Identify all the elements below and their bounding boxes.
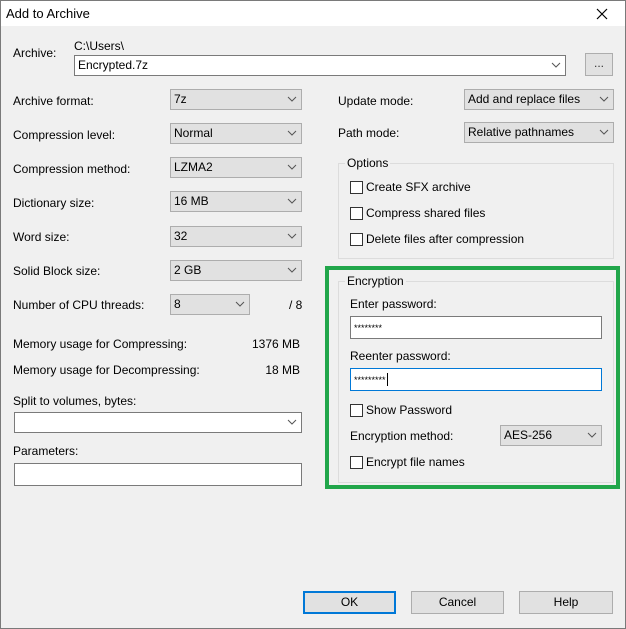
compression-level-select[interactable]: Normal xyxy=(170,123,302,144)
update-mode-value: Add and replace files xyxy=(468,92,581,106)
browse-button[interactable]: ... xyxy=(585,53,613,76)
word-size-select[interactable]: 32 xyxy=(170,226,302,247)
chevron-down-icon xyxy=(599,129,609,135)
archive-format-label: Archive format: xyxy=(13,94,94,108)
chevron-down-icon xyxy=(287,164,297,170)
compression-level-label: Compression level: xyxy=(13,128,116,142)
memory-compress-label: Memory usage for Compressing: xyxy=(13,337,188,351)
memory-compress-value: 1376 MB xyxy=(251,337,300,351)
checkbox-box xyxy=(350,206,363,220)
path-mode-value: Relative pathnames xyxy=(468,125,575,139)
chevron-down-icon xyxy=(287,419,297,425)
window-title: Add to Archive xyxy=(6,6,90,21)
create-sfx-label: Create SFX archive xyxy=(366,180,471,194)
dictionary-size-label: Dictionary size: xyxy=(13,196,95,210)
chevron-down-icon xyxy=(287,130,297,136)
solid-block-size-value: 2 GB xyxy=(174,263,202,277)
archive-format-select[interactable]: 7z xyxy=(170,89,302,110)
chevron-down-icon xyxy=(599,96,609,102)
path-mode-label: Path mode: xyxy=(338,126,400,140)
archive-name-value: Encrypted.7z xyxy=(78,58,149,72)
close-icon xyxy=(596,8,608,19)
archive-name-combo[interactable]: Encrypted.7z xyxy=(74,55,566,76)
archive-path: C:\Users\ xyxy=(74,39,125,53)
options-title: Options xyxy=(345,156,391,170)
archive-format-value: 7z xyxy=(174,92,187,106)
compression-level-value: Normal xyxy=(174,126,213,140)
word-size-label: Word size: xyxy=(13,230,70,244)
checkbox-box xyxy=(350,180,363,194)
close-button[interactable] xyxy=(579,1,625,26)
cpu-threads-value: 8 xyxy=(174,297,181,311)
parameters-input[interactable] xyxy=(14,463,302,486)
chevron-down-icon xyxy=(287,267,297,273)
update-mode-label: Update mode: xyxy=(338,94,414,108)
parameters-label: Parameters: xyxy=(13,444,79,458)
archive-label: Archive: xyxy=(13,46,57,60)
chevron-down-icon xyxy=(287,96,297,102)
dictionary-size-select[interactable]: 16 MB xyxy=(170,191,302,212)
split-volumes-label: Split to volumes, bytes: xyxy=(13,394,137,408)
encryption-highlight-frame xyxy=(325,266,620,489)
word-size-value: 32 xyxy=(174,229,188,243)
compress-shared-label: Compress shared files xyxy=(366,206,486,220)
checkbox-box xyxy=(350,232,363,246)
compression-method-value: LZMA2 xyxy=(174,160,213,174)
split-volumes-combo[interactable] xyxy=(14,412,302,433)
delete-after-label: Delete files after compression xyxy=(366,232,525,246)
title-bar: Add to Archive xyxy=(1,1,625,26)
help-button[interactable]: Help xyxy=(519,591,613,614)
compression-method-select[interactable]: LZMA2 xyxy=(170,157,302,178)
chevron-down-icon xyxy=(551,62,561,68)
chevron-down-icon xyxy=(287,198,297,204)
chevron-down-icon xyxy=(287,233,297,239)
chevron-down-icon xyxy=(235,301,245,307)
add-to-archive-dialog: Add to Archive Archive: C:\Users\ Encryp… xyxy=(0,0,626,629)
cpu-threads-label: Number of CPU threads: xyxy=(13,298,145,312)
solid-block-size-select[interactable]: 2 GB xyxy=(170,260,302,281)
compression-method-label: Compression method: xyxy=(13,162,131,176)
memory-decompress-label: Memory usage for Decompressing: xyxy=(13,363,200,377)
delete-after-checkbox[interactable]: Delete files after compression xyxy=(350,232,524,246)
ok-button[interactable]: OK xyxy=(303,591,396,614)
cpu-threads-select[interactable]: 8 xyxy=(170,294,250,315)
cancel-button[interactable]: Cancel xyxy=(411,591,504,614)
update-mode-select[interactable]: Add and replace files xyxy=(464,89,614,110)
cpu-threads-max: / 8 xyxy=(289,298,303,312)
memory-decompress-value: 18 MB xyxy=(265,363,300,377)
solid-block-size-label: Solid Block size: xyxy=(13,264,101,278)
dictionary-size-value: 16 MB xyxy=(174,194,209,208)
compress-shared-checkbox[interactable]: Compress shared files xyxy=(350,206,485,220)
path-mode-select[interactable]: Relative pathnames xyxy=(464,122,614,143)
create-sfx-checkbox[interactable]: Create SFX archive xyxy=(350,180,471,194)
